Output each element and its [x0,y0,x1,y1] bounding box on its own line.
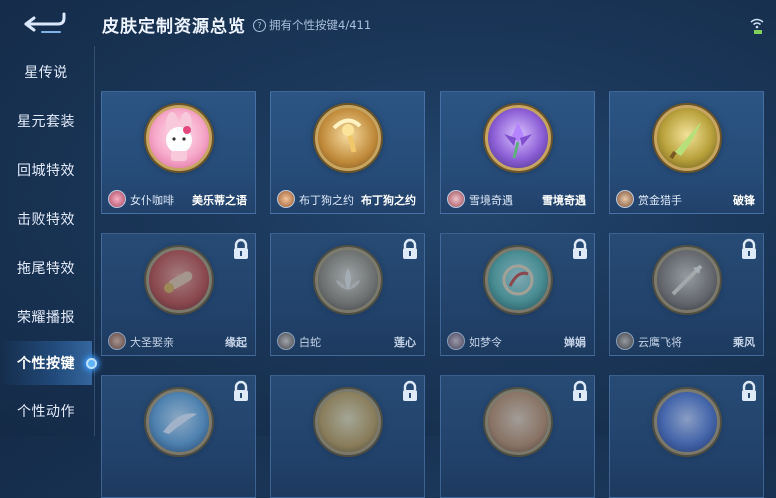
pink-bunny-doll-icon [145,105,212,171]
sidebar-item-kill-effect[interactable]: 击败特效 [0,197,92,241]
hero-name: 女仆咖啡 [130,194,174,207]
skin-card[interactable]: 赏金猎手 破锋 [609,91,764,214]
skin-card[interactable]: 女仆咖啡 美乐蒂之语 [101,91,256,214]
sidebar-item-label: 个性动作 [17,404,75,420]
skin-card[interactable] [609,375,764,498]
skin-card[interactable] [440,375,595,498]
avatar [108,190,126,208]
sidebar-item-star-set[interactable]: 星元套装 [0,99,92,143]
sidebar-item-custom-buttons[interactable]: 个性按键 [0,341,92,385]
hero-name: 白蛇 [299,336,321,349]
hero-name: 雪境奇遇 [469,194,513,207]
skin-name: 婵娟 [564,336,586,349]
avatar [108,332,126,350]
sidebar-item-label: 回城特效 [17,163,75,179]
sidebar-item-star-legend[interactable]: 星传说 [0,50,92,94]
hero-name: 布丁狗之约 [299,194,354,207]
lock-icon [742,238,756,259]
sidebar-item-recall-effect[interactable]: 回城特效 [0,148,92,192]
avatar [616,332,634,350]
sidebar-divider [94,46,95,436]
avatar [447,190,465,208]
beast-emblem-icon [484,389,551,455]
owned-count: ? 拥有个性按键4/411 [253,17,371,33]
lock-icon [573,238,587,259]
purple-flower-icon [484,105,551,171]
help-icon[interactable]: ? [253,18,266,32]
skin-name: 美乐蒂之语 [192,194,247,207]
lock-icon [234,238,248,259]
lock-icon [403,238,417,259]
hero-name: 大圣娶亲 [130,336,174,349]
sidebar-item-label: 击败特效 [17,212,75,228]
lock-icon [742,380,756,401]
skin-card[interactable] [101,375,256,498]
sidebar-item-label: 星传说 [24,65,68,81]
red-scroll-icon [145,247,212,313]
blue-swirl-icon [653,389,720,455]
sidebar-item-label: 荣耀播报 [17,310,75,326]
lock-icon [234,380,248,401]
skin-card[interactable]: 布丁狗之约 布丁狗之约 [270,91,425,214]
skin-name: 乘风 [733,336,755,349]
golden-emblem-icon [314,389,381,455]
skin-card[interactable]: 雪境奇遇 雪境奇遇 [440,91,595,214]
wifi-icon [750,18,764,34]
skin-card[interactable]: 大圣娶亲 缘起 [101,233,256,356]
sidebar: 星传说 星元套装 回城特效 击败特效 拖尾特效 荣耀播报 个性按键 个性动作 [0,46,97,436]
lock-icon [403,380,417,401]
avatar [277,190,295,208]
sidebar-item-label: 拖尾特效 [17,261,75,277]
avatar [277,332,295,350]
page-title: 皮肤定制资源总览 [102,17,246,37]
skin-card[interactable]: 白蛇 莲心 [270,233,425,356]
skin-card[interactable]: 云鹰飞将 乘风 [609,233,764,356]
avatar [616,190,634,208]
feather-icon [145,389,212,455]
skin-name: 雪境奇遇 [542,194,586,207]
spear-icon [653,247,720,313]
golden-wand-icon [314,105,381,171]
hero-name: 如梦令 [469,336,502,349]
hero-name: 云鹰飞将 [638,336,682,349]
skin-card[interactable] [270,375,425,498]
lotus-icon [314,247,381,313]
owned-count-label: 拥有个性按键4/411 [269,18,372,32]
lock-icon [573,380,587,401]
sidebar-item-trail-effect[interactable]: 拖尾特效 [0,246,92,290]
sidebar-item-custom-actions[interactable]: 个性动作 [0,389,92,433]
sidebar-item-label: 星元套装 [17,114,75,130]
sidebar-item-honor-broadcast[interactable]: 荣耀播报 [0,295,92,339]
moon-fan-icon [484,247,551,313]
skin-card[interactable]: 如梦令 婵娟 [440,233,595,356]
skin-name: 莲心 [394,336,416,349]
hero-name: 赏金猎手 [638,194,682,207]
sidebar-item-label: 个性按键 [17,356,75,372]
jade-blade-icon [653,105,720,171]
back-arrow-icon[interactable] [22,8,66,36]
active-indicator-dot [86,358,97,369]
avatar [447,332,465,350]
skin-name: 布丁狗之约 [361,194,416,207]
skin-name: 缘起 [225,336,247,349]
skin-name: 破锋 [733,194,755,207]
